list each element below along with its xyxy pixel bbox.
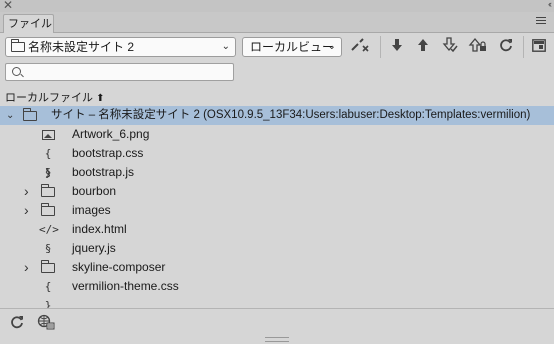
folder-icon [39,201,57,222]
tree-item-label: images [72,203,111,217]
column-header-label: ローカルファイル [5,92,93,104]
chevron-down-icon: ⌄ [221,41,230,52]
collapse-icon[interactable]: ‹‹ [548,0,552,9]
tree-item-index-html[interactable]: </> index.html [0,220,554,239]
check-in-icon[interactable] [467,37,489,57]
search-input[interactable] [5,63,234,81]
tree-item-skyline-composer[interactable]: › skyline-composer [0,258,554,277]
view-select[interactable]: ローカルビュー ⌄ [242,37,342,57]
tree-item-label: bourbon [72,184,117,198]
tree-item-bootstrap-js[interactable]: § bootstrap.js [0,163,554,182]
folder-icon [39,258,57,279]
tree-item-vermilion-theme-css[interactable]: { } vermilion-theme.css [0,277,554,312]
globe-log-icon[interactable] [36,314,56,334]
site-folder-icon [21,106,39,127]
view-select-label: ローカルビュー [250,40,335,54]
tree-item-label: skyline-composer [72,260,166,274]
tree-root-row[interactable]: ⌄ サイト – 名称未設定サイト 2 (OSX10.9.5_13F34:User… [0,106,554,125]
tree-item-jquery-js[interactable]: § jquery.js [0,239,554,258]
tree-item-bootstrap-css[interactable]: { } bootstrap.css [0,144,554,179]
tree-item-label: jquery.js [72,241,116,255]
toolbar-separator [380,36,381,58]
resize-handle[interactable] [265,337,289,342]
toolbar-separator [523,36,524,58]
tree-item-images[interactable]: › images [0,201,554,220]
chevron-down-icon[interactable]: ⌄ [6,106,14,125]
tree-item-label: Artwork_6.png [72,127,150,141]
tree-item-artwork-6-png[interactable]: Artwork_6.png [0,125,554,144]
check-out-icon[interactable] [440,37,460,57]
bottom-bar [0,308,554,344]
site-select-label: 名称未設定サイト 2 [28,40,135,54]
disconnect-icon[interactable] [348,37,372,57]
image-icon [39,125,57,146]
refresh-icon[interactable] [8,314,26,334]
column-header-local-files[interactable]: ローカルファイル ⬆ [5,89,104,105]
tree-item-bourbon[interactable]: › bourbon [0,182,554,201]
tab-files[interactable]: ファイル [3,14,54,33]
refresh-icon[interactable] [496,37,516,57]
close-icon[interactable]: ✕ [3,0,13,12]
chevron-down-icon: ⌄ [327,41,336,52]
tree-item-label: index.html [72,222,127,236]
html-icon: </> [39,223,59,236]
chevron-right-icon[interactable]: › [24,258,29,277]
chevron-right-icon[interactable]: › [24,201,29,220]
site-select[interactable]: 名称未設定サイト 2 ⌄ [5,37,236,57]
folder-icon [39,182,57,203]
tree-item-label: vermilion-theme.css [72,279,179,293]
tree-item-label: bootstrap.js [72,165,135,179]
put-files-icon[interactable] [414,37,432,57]
folder-icon [11,39,25,52]
tree-item-label: bootstrap.css [72,146,144,160]
js-icon: § [44,166,52,179]
expand-view-icon[interactable] [530,37,548,57]
js-icon: § [44,242,52,255]
sort-ascending-icon: ⬆ [96,93,105,104]
chevron-right-icon[interactable]: › [24,182,29,201]
tab-bar: ファイル [0,12,554,33]
tree-root-label: サイト – 名称未設定サイト 2 (OSX10.9.5_13F34:Users:… [51,109,531,121]
panel-menu-icon[interactable] [536,17,546,26]
search-icon [12,67,21,76]
get-files-icon[interactable] [388,37,406,57]
